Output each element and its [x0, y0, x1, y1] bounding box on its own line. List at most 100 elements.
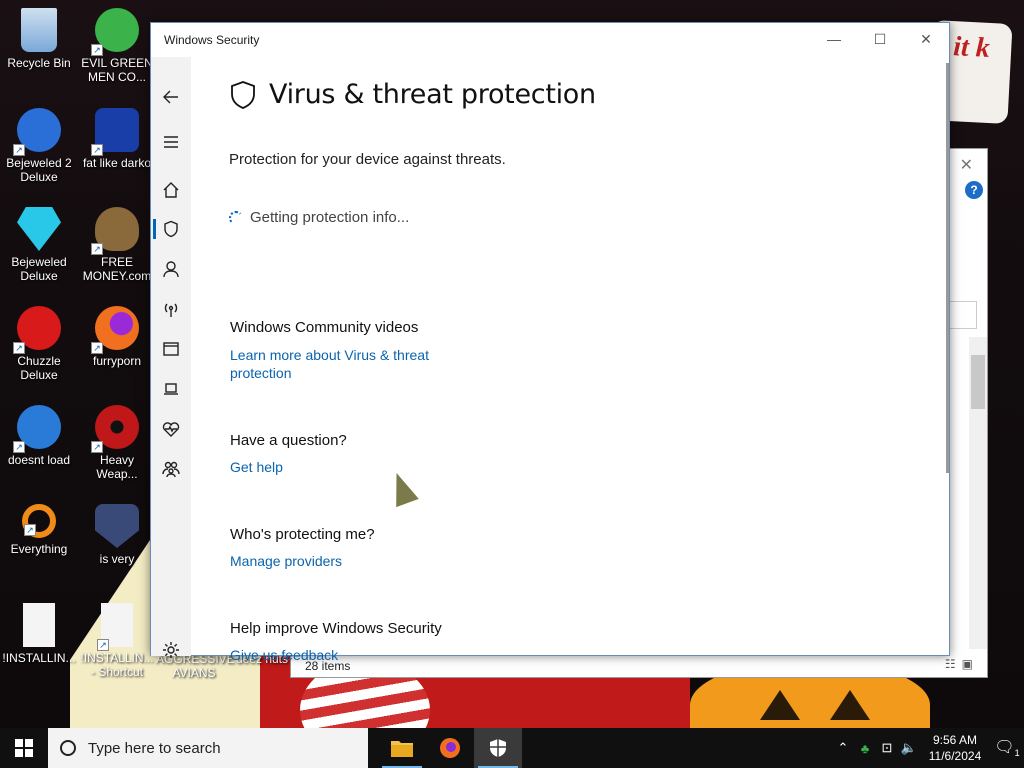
windows-logo-icon	[15, 739, 33, 757]
wireless-antenna-icon	[164, 303, 178, 317]
mpl-icon: ↗	[91, 108, 139, 156]
home-icon	[163, 182, 179, 198]
desktop-icon-installing-shortcut[interactable]: ↗ !INSTALLIN... - Shortcut	[79, 603, 155, 679]
windows-security-window[interactable]: Windows Security — ☐ ✕ Virus & threat pr…	[150, 22, 950, 663]
text-file-icon: ↗	[97, 603, 133, 651]
desktop-icon-recycle-bin[interactable]: Recycle Bin	[1, 8, 77, 70]
nav-account-protection[interactable]	[151, 253, 191, 285]
desktop-icon-label: Recycle Bin	[7, 56, 71, 70]
close-button[interactable]: ✕	[903, 23, 949, 55]
desktop-icon-installing[interactable]: !INSTALLIN...	[1, 603, 77, 665]
shield-logo-icon: ↗	[95, 504, 139, 548]
get-help-link[interactable]: Get help	[230, 458, 450, 476]
desktop-icon-free-money[interactable]: ↗ FREE MONEY.com	[79, 207, 155, 283]
manage-providers-link[interactable]: Manage providers	[230, 552, 450, 570]
heart-pulse-icon	[162, 422, 180, 437]
start-button[interactable]	[0, 728, 48, 768]
scrollbar-thumb[interactable]	[971, 355, 985, 409]
taskbar: Type here to search ⌃ ♣ ⊡ 🔈 9:56 AM 11/6…	[0, 728, 1024, 768]
desktop-icon-label: Chuzzle Deluxe	[17, 354, 61, 382]
network-icon[interactable]: ⊡	[876, 740, 898, 756]
desktop-icon-label: Bejeweled 2 Deluxe	[6, 156, 72, 184]
desktop-icon-is-very[interactable]: ↗ is very	[79, 504, 155, 566]
radiation-icon: ↗	[91, 405, 139, 453]
clock[interactable]: 9:56 AM 11/6/2024	[920, 732, 990, 764]
search-placeholder: Type here to search	[88, 739, 221, 757]
desktop-icon-everything[interactable]: ↗ Everything	[1, 504, 77, 556]
nav-home[interactable]	[151, 174, 191, 206]
desktop-icon-doesnt-load[interactable]: ↗ doesnt load	[1, 405, 77, 467]
time: 9:56 AM	[932, 733, 978, 747]
nav-virus-protection[interactable]	[151, 213, 191, 245]
gear-icon	[163, 642, 179, 658]
back-button[interactable]	[151, 81, 191, 113]
close-icon[interactable]: ✕	[960, 155, 973, 175]
search-icon	[60, 740, 76, 756]
desktop-icon-evil-green-men[interactable]: ↗ EVIL GREEN MEN CO...	[79, 8, 155, 84]
feedback-link[interactable]: Give us feedback	[230, 646, 450, 664]
minimize-button[interactable]: —	[811, 23, 857, 55]
folder-icon	[391, 741, 413, 757]
desktop-icon-fat-like-darko[interactable]: ↗ fat like darko	[79, 108, 155, 170]
date: 11/6/2024	[928, 749, 982, 763]
desktop-icon-label: doesnt load	[7, 453, 71, 467]
nav-app-browser-control[interactable]	[151, 333, 191, 365]
notification-button[interactable]: 🗨1	[990, 737, 1024, 758]
desktop-icon-label: fat like darko	[82, 156, 152, 170]
loading-text: Getting protection info...	[250, 209, 410, 226]
hamburger-menu-icon	[164, 136, 178, 148]
taskbar-firefox[interactable]	[426, 728, 474, 768]
learn-more-link[interactable]: Learn more about Virus & threat protecti…	[230, 346, 450, 382]
desktop-icon-label: !INSTALLIN... - Shortcut	[80, 651, 154, 679]
page-title: Virus & threat protection	[269, 79, 596, 110]
volume-icon[interactable]: 🔈	[898, 740, 920, 756]
nav-firewall[interactable]	[151, 293, 191, 325]
nav-device-security[interactable]	[151, 373, 191, 405]
loading-spinner-icon	[229, 210, 243, 225]
navigation-rail	[151, 57, 191, 658]
chevron-up-icon[interactable]: ⌃	[832, 740, 854, 756]
nav-family-options[interactable]	[151, 453, 191, 485]
green-men-icon: ↗	[91, 8, 139, 56]
nav-settings[interactable]	[151, 634, 191, 666]
nav-device-health[interactable]	[151, 413, 191, 445]
money-bag-icon: ↗	[91, 207, 139, 255]
taskbar-file-explorer[interactable]	[378, 728, 426, 768]
thunderbird-icon: ↗	[13, 405, 61, 453]
tray-app-icon[interactable]: ♣	[854, 741, 876, 756]
text-file-icon	[23, 603, 55, 647]
view-mode-icons[interactable]: ☷▣	[945, 657, 979, 671]
menu-button[interactable]	[151, 126, 191, 158]
page-header: Virus & threat protection	[229, 79, 596, 110]
desktop-icon-label: Bejeweled Deluxe	[11, 255, 67, 283]
chuzzle-icon: ↗	[13, 306, 61, 354]
browser-window-icon	[163, 342, 179, 356]
desktop-icon-heavy-weapon[interactable]: ↗ Heavy Weap...	[79, 405, 155, 481]
firefox-icon	[440, 738, 460, 758]
section-heading: Who's protecting me?	[230, 526, 375, 543]
desktop-icon-bejeweled[interactable]: Bejeweled Deluxe	[1, 207, 77, 283]
bejeweled-2-icon: ↗	[13, 108, 61, 156]
desktop-icon-chuzzle[interactable]: ↗ Chuzzle Deluxe	[1, 306, 77, 382]
desktop-icon-bejeweled-2[interactable]: ↗ Bejeweled 2 Deluxe	[1, 108, 77, 184]
desktop-icon-label: EVIL GREEN MEN CO...	[81, 56, 153, 84]
firefox-icon: ↗	[91, 306, 139, 354]
taskbar-search-box[interactable]: Type here to search	[48, 728, 368, 768]
page-subtitle: Protection for your device against threa…	[229, 151, 506, 168]
help-icon[interactable]: ?	[965, 181, 983, 199]
laptop-icon	[164, 383, 178, 395]
desktop-icon-label: Heavy Weap...	[96, 453, 138, 481]
diamond-icon	[17, 207, 61, 251]
desktop-icon-furryporn[interactable]: ↗ furryporn	[79, 306, 155, 368]
section-heading: Have a question?	[230, 432, 347, 449]
system-tray: ⌃ ♣ ⊡ 🔈 9:56 AM 11/6/2024 🗨1	[832, 728, 1024, 768]
window-controls: — ☐ ✕	[811, 23, 949, 55]
person-icon	[163, 261, 179, 278]
shield-icon	[231, 80, 255, 109]
notification-count: 1	[1014, 748, 1020, 759]
maximize-button[interactable]: ☐	[857, 23, 903, 55]
taskbar-windows-security[interactable]	[474, 728, 522, 768]
family-icon	[162, 461, 180, 478]
scrollbar[interactable]	[946, 63, 949, 473]
shield-icon	[490, 739, 506, 757]
